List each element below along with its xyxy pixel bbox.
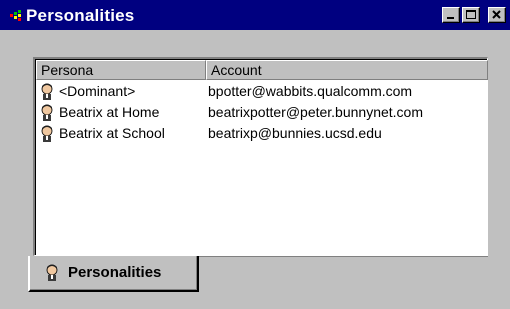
- column-header-persona[interactable]: Persona: [36, 60, 206, 80]
- list-header: Persona Account: [36, 60, 488, 80]
- close-button[interactable]: [488, 7, 506, 23]
- minimize-icon: [447, 17, 454, 19]
- close-icon: [492, 10, 501, 19]
- title-bar[interactable]: Personalities: [0, 0, 510, 30]
- personalities-app-icon: [10, 10, 21, 21]
- row-account: bpotter@wabbits.qualcomm.com: [208, 83, 413, 99]
- row-persona: <Dominant>: [59, 83, 136, 99]
- tab-personalities[interactable]: Personalities: [28, 256, 199, 292]
- persona-icon: [46, 264, 58, 281]
- list-row[interactable]: <Dominant> bpotter@wabbits.qualcomm.com: [36, 81, 486, 102]
- row-account: beatrixpotter@peter.bunnynet.com: [208, 104, 424, 120]
- personalities-list[interactable]: Persona Account <Dominant> bpotter@wabbi…: [33, 57, 488, 256]
- maximize-button[interactable]: [462, 7, 480, 23]
- personalities-window: Personalities Persona Account <Dominant>…: [0, 0, 510, 309]
- row-persona: Beatrix at Home: [59, 104, 160, 120]
- row-account: beatrixp@bunnies.ucsd.edu: [208, 125, 382, 141]
- row-persona: Beatrix at School: [59, 125, 165, 141]
- window-title: Personalities: [26, 6, 135, 25]
- persona-icon: [41, 104, 53, 121]
- tab-strip-line: [199, 256, 488, 257]
- tab-label: Personalities: [68, 264, 162, 281]
- persona-icon: [41, 125, 53, 142]
- list-row[interactable]: Beatrix at Home beatrixpotter@peter.bunn…: [36, 102, 486, 123]
- persona-icon: [41, 83, 53, 100]
- list-row[interactable]: Beatrix at School beatrixp@bunnies.ucsd.…: [36, 123, 486, 144]
- maximize-icon: [466, 10, 476, 19]
- minimize-button[interactable]: [442, 7, 460, 23]
- column-header-account[interactable]: Account: [206, 60, 488, 80]
